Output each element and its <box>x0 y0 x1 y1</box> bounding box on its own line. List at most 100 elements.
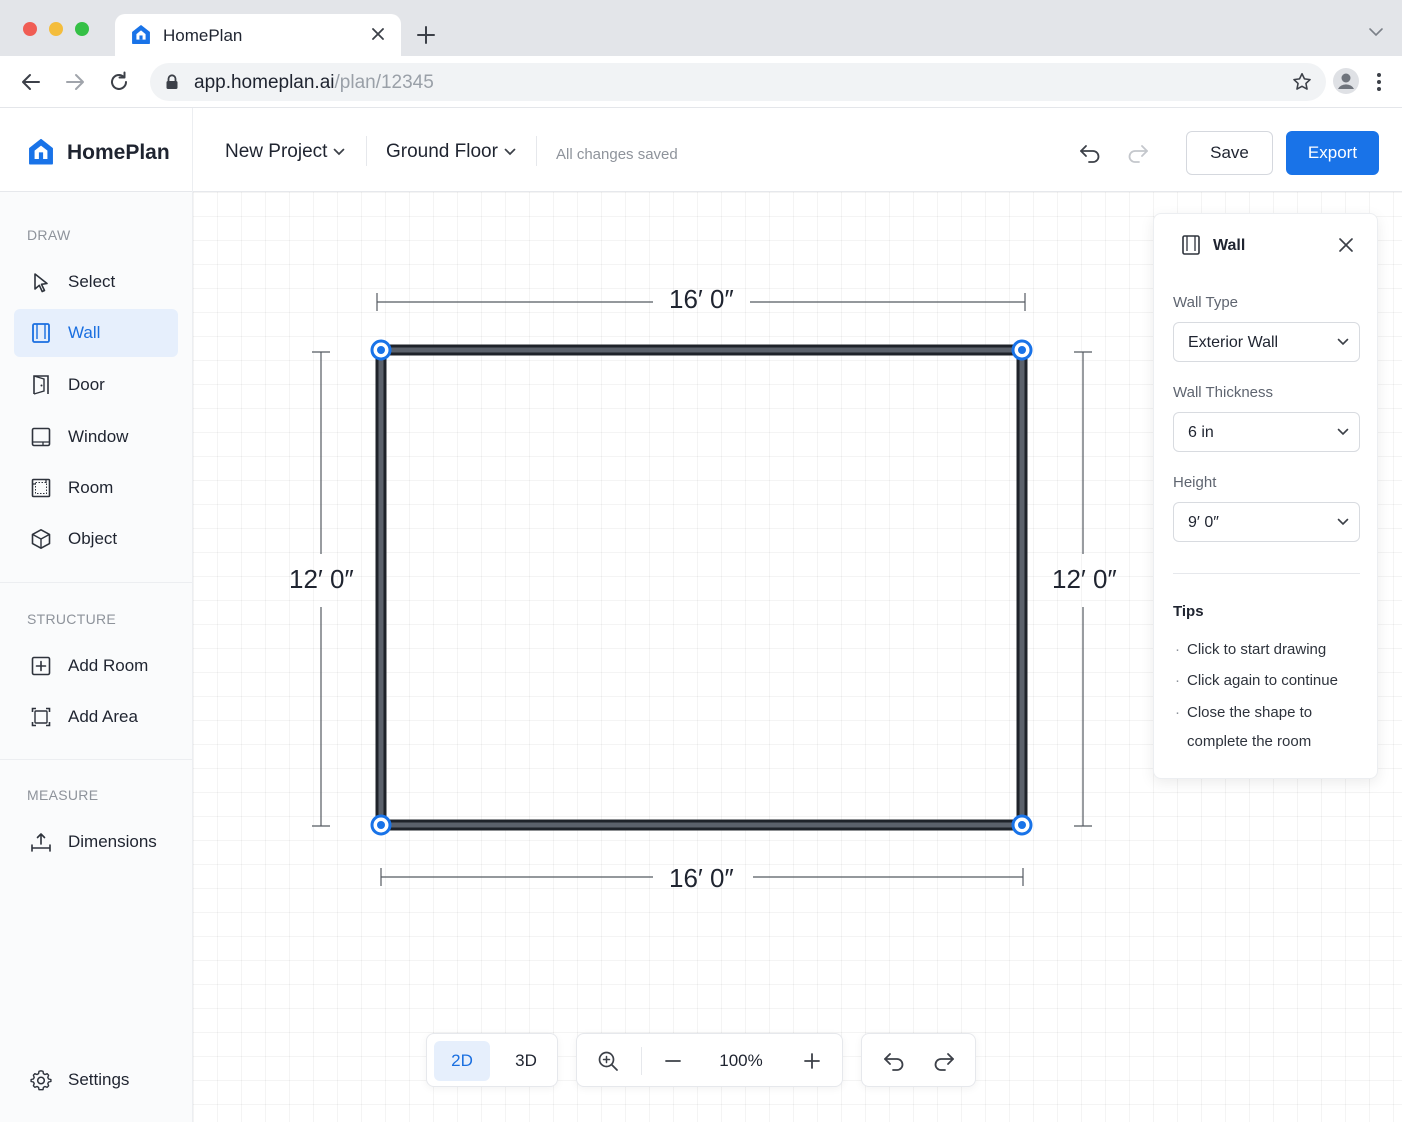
sidebar-divider <box>0 582 193 583</box>
wall-icon <box>1182 235 1200 255</box>
chevron-down-icon <box>334 148 345 156</box>
save-status: All changes saved <box>556 146 678 163</box>
wall-properties-panel: Wall Wall Type Exterior Wall Wall Thickn… <box>1153 213 1378 779</box>
vertex-handle[interactable] <box>1011 814 1033 836</box>
vertex-handle[interactable] <box>370 814 392 836</box>
sidebar-item-add-area[interactable]: Add Area <box>14 693 178 741</box>
new-tab-icon[interactable] <box>414 23 438 47</box>
panel-divider <box>1173 573 1360 574</box>
homeplan-logo-icon <box>29 138 53 165</box>
wall-icon <box>32 323 50 343</box>
wall-type-select[interactable]: Exterior Wall <box>1173 322 1360 362</box>
sidebar-item-door[interactable]: Door <box>14 361 178 409</box>
chevron-down-icon <box>1337 428 1349 436</box>
save-button[interactable]: Save <box>1186 131 1273 175</box>
floor-dropdown-label: Ground Floor <box>386 141 498 162</box>
dimension-label-right: 12′ 0″ <box>1052 564 1117 594</box>
zoom-in-icon[interactable] <box>802 1051 822 1071</box>
browser-tab-bar: HomePlan <box>0 0 1402 56</box>
dimension-label-left: 12′ 0″ <box>289 564 354 594</box>
sidebar-item-add-room[interactable]: Add Room <box>14 642 178 690</box>
zoom-controls: 100% <box>576 1033 843 1087</box>
brand[interactable]: HomePlan <box>0 108 193 192</box>
export-button[interactable]: Export <box>1286 131 1379 175</box>
sidebar-item-label: Door <box>68 375 105 394</box>
room-walls[interactable] <box>375 344 1028 831</box>
height-select[interactable]: 9′ 0″ <box>1173 502 1360 542</box>
undo-icon[interactable] <box>1078 142 1102 164</box>
sidebar-item-label: Select <box>68 272 116 291</box>
url-path: /plan/12345 <box>334 72 434 93</box>
chevron-down-icon <box>1337 338 1349 346</box>
sidebar-item-room[interactable]: Room <box>14 464 178 512</box>
cursor-icon <box>34 273 48 293</box>
view-toggle-group: 2D 3D <box>426 1033 558 1087</box>
wall-type-label: Wall Type <box>1173 294 1239 311</box>
redo-icon[interactable] <box>1126 142 1150 164</box>
tip-item: · Close the shape to <box>1175 704 1313 721</box>
height-label: Height <box>1173 474 1217 491</box>
section-title-structure: STRUCTURE <box>27 611 117 627</box>
undo-icon[interactable] <box>882 1050 906 1072</box>
homeplan-favicon-icon <box>132 25 150 44</box>
chevron-down-icon <box>1337 518 1349 526</box>
view-3d-button[interactable]: 3D <box>498 1041 554 1081</box>
dimension-label-bottom: 16′ 0″ <box>669 863 734 893</box>
tip-item-continued: complete the room <box>1175 727 1365 756</box>
chevron-down-icon <box>504 148 516 156</box>
sidebar-item-wall[interactable]: Wall <box>14 309 178 357</box>
redo-icon[interactable] <box>932 1050 956 1072</box>
gear-icon <box>30 1070 52 1091</box>
window-maximize-button[interactable] <box>75 22 89 36</box>
browser-tab[interactable]: HomePlan <box>115 14 401 56</box>
tip-text: Click again to continue <box>1187 672 1338 689</box>
wall-thickness-select[interactable]: 6 in <box>1173 412 1360 452</box>
section-title-draw: DRAW <box>27 227 71 243</box>
cube-icon <box>31 529 51 549</box>
window-icon <box>31 427 51 447</box>
tab-close-icon[interactable] <box>367 23 389 45</box>
floor-dropdown[interactable]: Ground Floor <box>386 141 516 163</box>
bookmark-star-icon[interactable] <box>1291 71 1313 93</box>
sidebar-item-window[interactable]: Window <box>14 413 178 461</box>
vertex-handle[interactable] <box>1011 339 1033 361</box>
vertex-handle[interactable] <box>370 339 392 361</box>
zoom-fit-icon[interactable] <box>597 1050 619 1072</box>
dimension-label-top: 16′ 0″ <box>669 284 734 314</box>
window-close-button[interactable] <box>23 22 37 36</box>
project-dropdown[interactable]: New Project <box>225 141 345 163</box>
lock-icon <box>166 74 178 89</box>
tip-item: · Click to start drawing <box>1175 641 1327 658</box>
window-minimize-button[interactable] <box>49 22 63 36</box>
profile-avatar-icon[interactable] <box>1332 67 1360 95</box>
panel-title: Wall <box>1213 237 1246 254</box>
wall-thickness-label: Wall Thickness <box>1173 384 1274 401</box>
tip-text: Click to start drawing <box>1187 641 1327 658</box>
sidebar-item-settings[interactable]: Settings <box>14 1056 178 1104</box>
tip-text: Close the shape to <box>1187 704 1313 721</box>
wall-thickness-value: 6 in <box>1188 424 1214 441</box>
add-area-icon <box>31 707 51 727</box>
zoom-out-icon[interactable] <box>663 1051 683 1071</box>
browser-menu-icon[interactable] <box>1370 70 1388 94</box>
project-dropdown-label: New Project <box>225 141 328 162</box>
tips-title: Tips <box>1173 603 1204 620</box>
toolbar-divider <box>641 1047 642 1075</box>
view-2d-button[interactable]: 2D <box>434 1041 490 1081</box>
tip-text: complete the room <box>1187 733 1312 750</box>
sidebar-divider <box>0 759 193 760</box>
back-arrow-icon[interactable] <box>19 70 43 94</box>
sidebar-item-label: Add Area <box>68 707 138 726</box>
app-header: HomePlan New Project Ground Floor All ch… <box>0 108 1402 192</box>
url-field[interactable]: app.homeplan.ai/plan/12345 <box>150 63 1326 101</box>
sidebar-item-dimensions[interactable]: Dimensions <box>14 818 178 866</box>
tab-list-chevron-icon[interactable] <box>1368 26 1384 38</box>
sidebar-item-select[interactable]: Select <box>14 258 178 306</box>
reload-icon[interactable] <box>107 70 131 94</box>
close-icon[interactable] <box>1337 236 1355 254</box>
forward-arrow-icon[interactable] <box>63 70 87 94</box>
sidebar-item-label: Window <box>68 427 129 446</box>
wall-type-value: Exterior Wall <box>1188 334 1279 351</box>
sidebar-item-object[interactable]: Object <box>14 515 178 563</box>
sidebar-item-label: Wall <box>68 323 101 342</box>
